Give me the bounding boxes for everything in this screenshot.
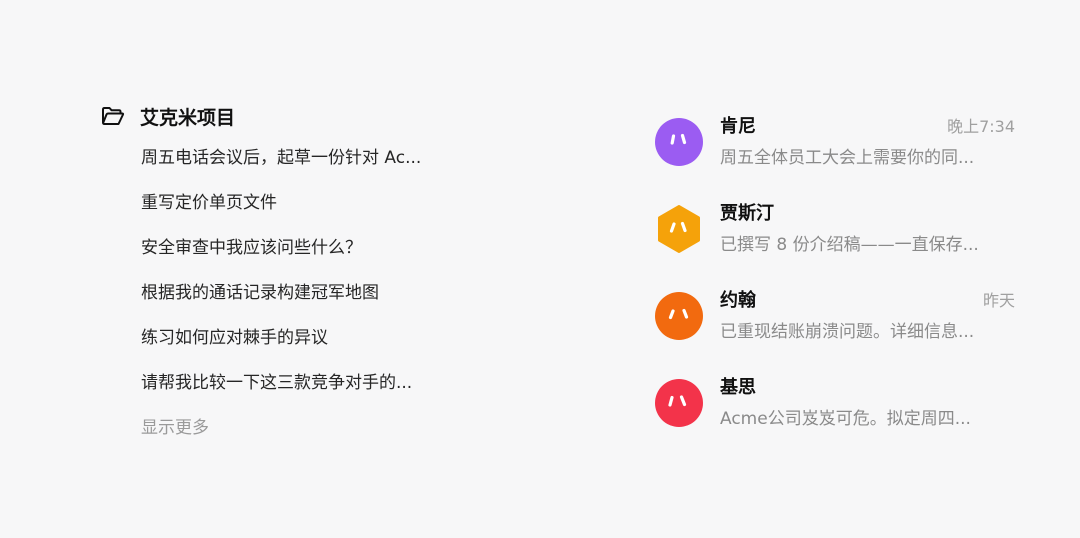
chat-body: 基思 Acme公司岌岌可危。拟定周四... <box>720 373 1015 429</box>
project-panel: 艾克米项目 周五电话会议后，起草一份针对 Ac... 重写定价单页文件 安全审查… <box>100 100 480 451</box>
chat-name: 约翰 <box>720 290 756 311</box>
avatar <box>655 205 703 253</box>
thread-list: 周五电话会议后，起草一份针对 Ac... 重写定价单页文件 安全审查中我应该问些… <box>100 136 480 406</box>
folder-open-icon <box>100 105 126 127</box>
chat-preview: 周五全体员工大会上需要你的同... <box>720 148 975 168</box>
chat-name: 基思 <box>720 377 756 398</box>
avatar <box>655 292 703 340</box>
chat-item-kenny[interactable]: 肯尼 晚上7:34 周五全体员工大会上需要你的同... <box>655 112 1015 199</box>
chat-item-john[interactable]: 约翰 昨天 已重现结账崩溃问题。详细信息... <box>655 286 1015 373</box>
chat-name: 肯尼 <box>720 116 756 137</box>
chat-list: 肯尼 晚上7:34 周五全体员工大会上需要你的同... 贾斯汀 已撰写 8 份介… <box>655 112 1015 460</box>
chat-preview: Acme公司岌岌可危。拟定周四... <box>720 409 971 429</box>
chat-body: 肯尼 晚上7:34 周五全体员工大会上需要你的同... <box>720 112 1015 168</box>
chat-preview: 已撰写 8 份介绍稿——一直保存... <box>720 235 979 255</box>
chat-body: 贾斯汀 已撰写 8 份介绍稿——一直保存... <box>720 199 1015 255</box>
thread-item[interactable]: 重写定价单页文件 <box>141 181 471 226</box>
thread-item[interactable]: 练习如何应对棘手的异议 <box>141 316 471 361</box>
chat-name: 贾斯汀 <box>720 203 774 224</box>
avatar <box>655 118 703 166</box>
thread-item[interactable]: 请帮我比较一下这三款竞争对手的... <box>141 361 471 406</box>
chat-time: 昨天 <box>982 291 1015 310</box>
chat-item-keith[interactable]: 基思 Acme公司岌岌可危。拟定周四... <box>655 373 1015 460</box>
thread-item[interactable]: 周五电话会议后，起草一份针对 Ac... <box>141 136 471 181</box>
chat-preview: 已重现结账崩溃问题。详细信息... <box>720 322 975 342</box>
thread-item[interactable]: 安全审查中我应该问些什么？ <box>141 226 471 271</box>
show-more-link[interactable]: 显示更多 <box>141 406 480 451</box>
chat-body: 约翰 昨天 已重现结账崩溃问题。详细信息... <box>720 286 1015 342</box>
project-header[interactable]: 艾克米项目 <box>100 100 480 132</box>
thread-item[interactable]: 根据我的通话记录构建冠军地图 <box>141 271 471 316</box>
chat-time: 晚上7:34 <box>947 117 1015 136</box>
chat-item-justin[interactable]: 贾斯汀 已撰写 8 份介绍稿——一直保存... <box>655 199 1015 286</box>
avatar <box>655 379 703 427</box>
project-title: 艾克米项目 <box>140 106 236 129</box>
